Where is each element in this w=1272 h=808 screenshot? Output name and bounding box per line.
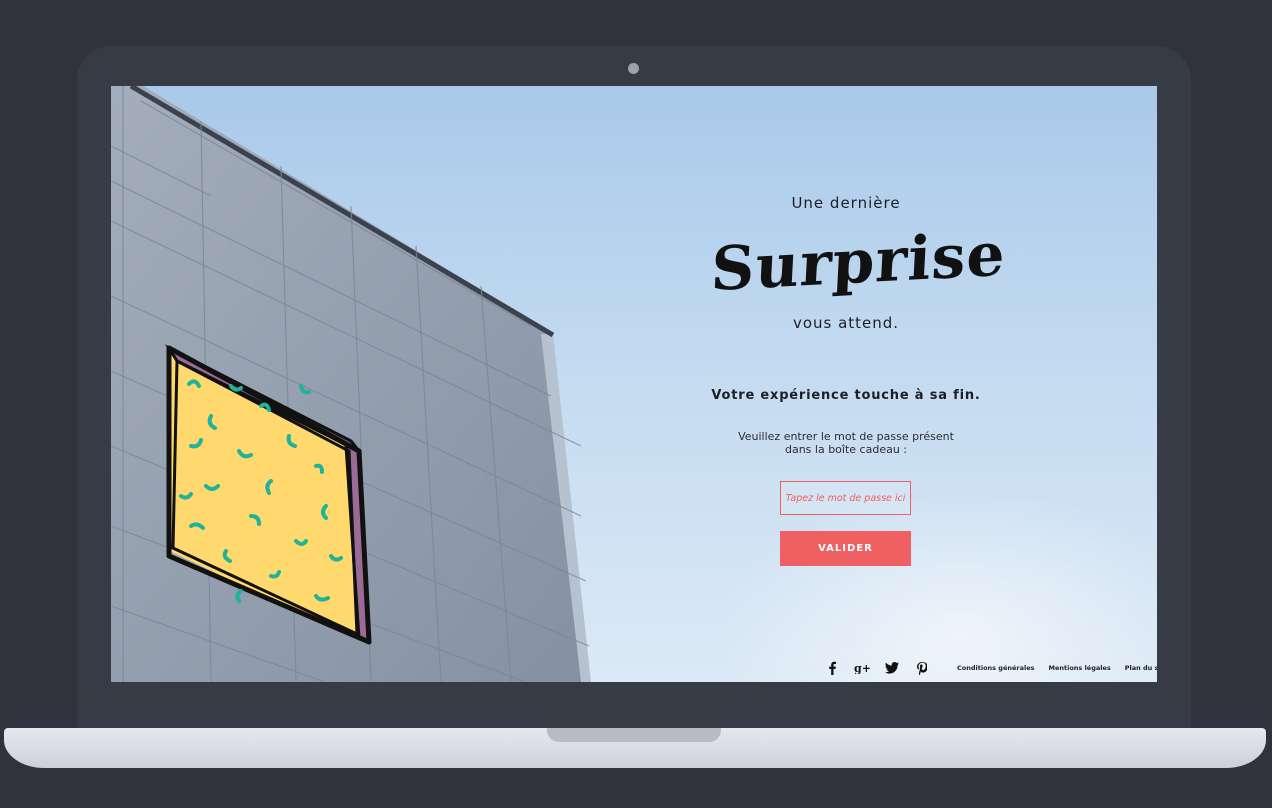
footer-link-sitemap[interactable]: Plan du site	[1125, 664, 1157, 672]
headline-line1: Une dernière	[791, 194, 901, 212]
footer: g+ Conditions générales Mentions légales…	[823, 658, 1157, 678]
twitter-icon[interactable]	[883, 659, 901, 677]
building-illustration	[111, 86, 591, 682]
instructions-line1: Veuillez entrer le mot de passe présent	[738, 430, 954, 443]
camera-dot	[628, 63, 639, 74]
instructions-line2: dans la boîte cadeau :	[784, 443, 907, 456]
password-instructions: Veuillez entrer le mot de passe présent …	[711, 430, 981, 456]
screen: Une dernière Surprise vous attend. Votre…	[111, 86, 1157, 682]
footer-link-conditions[interactable]: Conditions générales	[957, 664, 1035, 672]
validate-button[interactable]: VALIDER	[780, 531, 911, 566]
google-plus-icon[interactable]: g+	[853, 659, 871, 677]
password-input[interactable]	[780, 481, 911, 515]
svg-text:g+: g+	[854, 662, 870, 674]
laptop-base-notch	[547, 728, 721, 742]
footer-link-mentions[interactable]: Mentions légales	[1049, 664, 1111, 672]
pinterest-icon[interactable]	[913, 659, 931, 677]
headline-script-word: Surprise	[709, 219, 1008, 306]
facebook-icon[interactable]	[823, 659, 841, 677]
headline-line2: vous attend.	[792, 314, 900, 332]
experience-end-text: Votre expérience touche à sa fin.	[711, 388, 981, 403]
